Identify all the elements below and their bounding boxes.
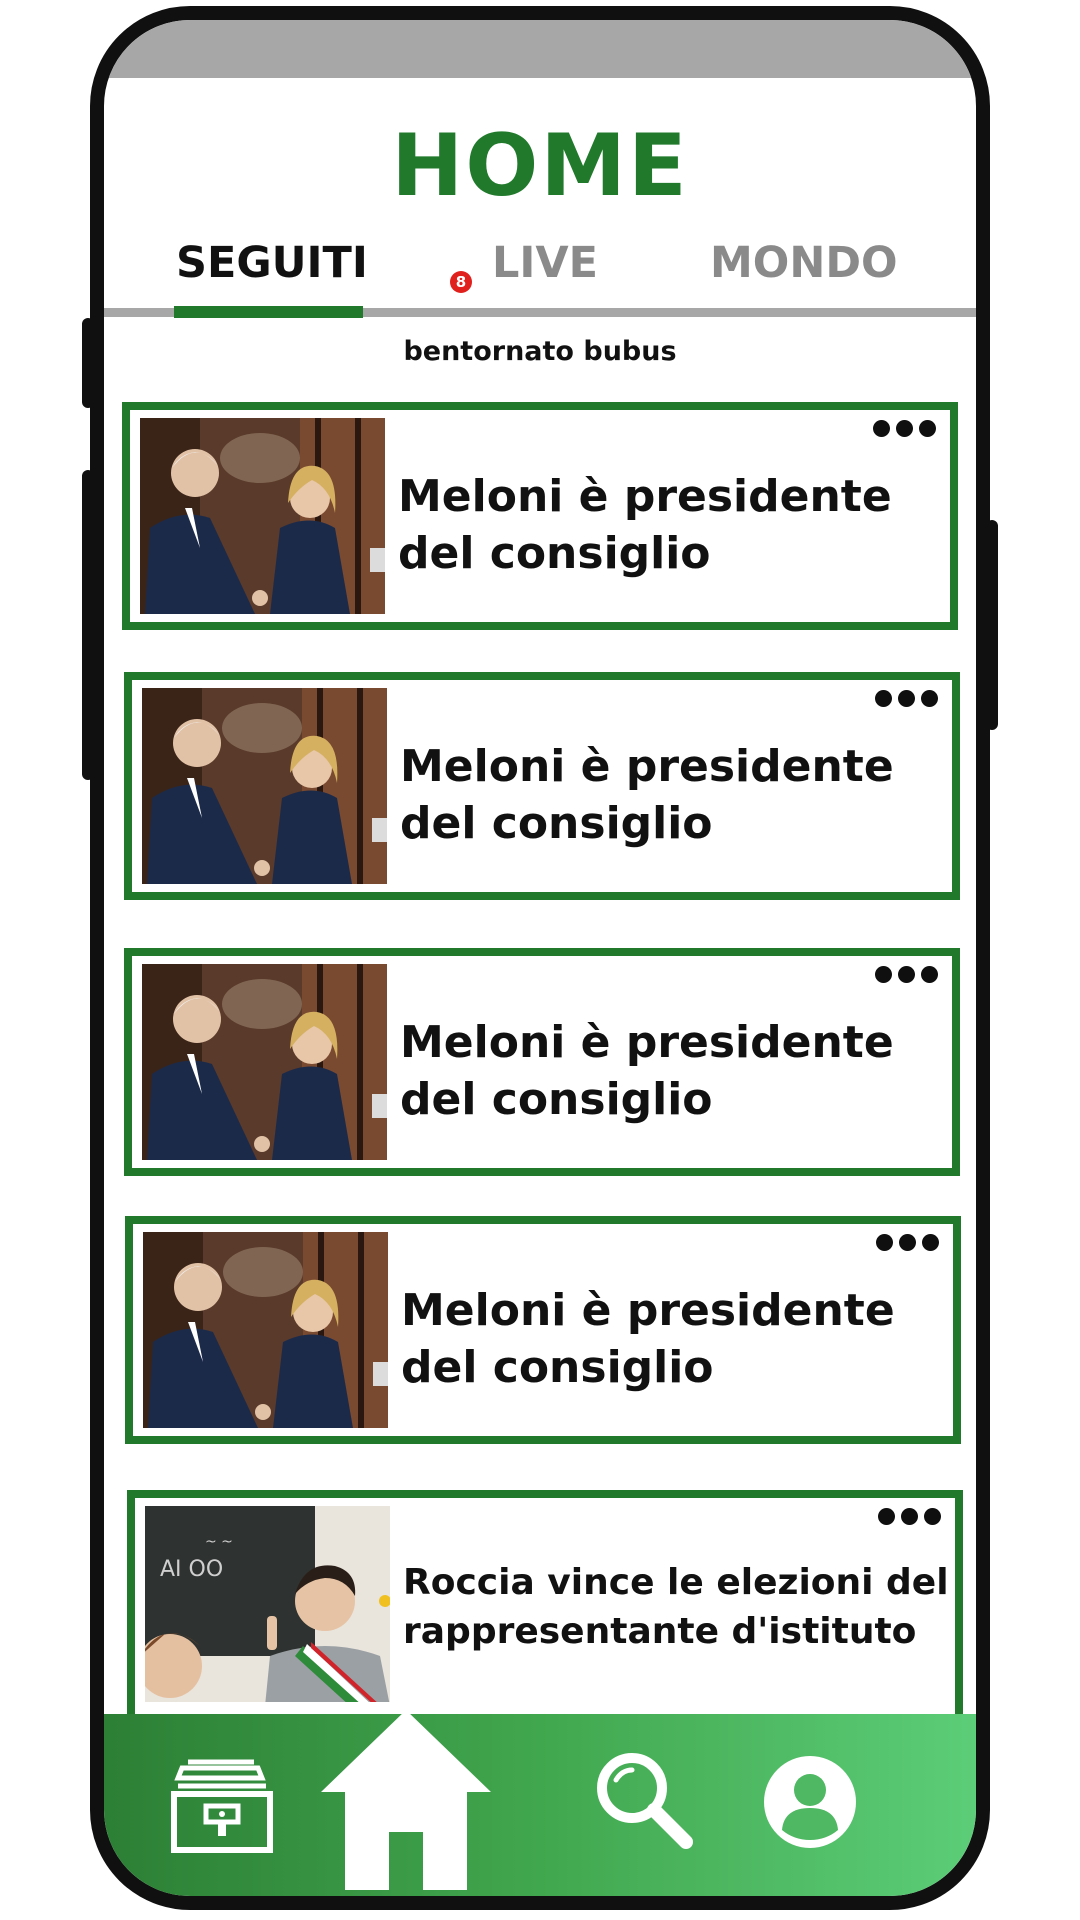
greeting-text: bentornato bubus bbox=[403, 336, 677, 367]
profile-icon bbox=[764, 1756, 856, 1848]
more-options-icon[interactable] bbox=[875, 966, 938, 983]
archive-icon bbox=[171, 1759, 273, 1853]
archive-button[interactable] bbox=[168, 1758, 276, 1854]
tab-live-label: LIVE bbox=[492, 238, 599, 288]
news-headline: Meloni è presidente del consiglio bbox=[400, 741, 894, 849]
news-headline: Meloni è presidente del consiglio bbox=[401, 1285, 895, 1393]
tab-seguiti[interactable]: SEGUITI bbox=[176, 238, 368, 288]
more-options-icon[interactable] bbox=[876, 1234, 939, 1251]
news-thumbnail: AI OO ~ ~ bbox=[145, 1506, 390, 1702]
home-button[interactable] bbox=[319, 1706, 493, 1892]
news-card[interactable]: Meloni è presidente del consiglio bbox=[124, 672, 960, 900]
search-icon bbox=[597, 1753, 693, 1849]
tab-mondo[interactable]: MONDO bbox=[710, 238, 898, 288]
meloni-photo bbox=[143, 1232, 388, 1428]
search-button[interactable] bbox=[594, 1750, 694, 1850]
news-thumbnail bbox=[140, 418, 385, 614]
news-thumbnail bbox=[143, 1232, 388, 1428]
tab-bar: SEGUITI 8 LIVE MONDO bbox=[104, 238, 976, 318]
news-card[interactable]: Meloni è presidente del consiglio bbox=[125, 1216, 961, 1444]
meloni-photo bbox=[140, 418, 385, 614]
news-card[interactable]: Meloni è presidente del consiglio bbox=[124, 948, 960, 1176]
news-headline: Meloni è presidente del consiglio bbox=[400, 1017, 894, 1125]
more-options-icon[interactable] bbox=[875, 690, 938, 707]
meloni-photo bbox=[142, 688, 387, 884]
news-card[interactable]: AI OO ~ ~ Roccia vince le elezioni del r… bbox=[127, 1490, 963, 1722]
phone-frame: HOME SEGUITI 8 LIVE MONDO bentornato bub… bbox=[90, 6, 990, 1910]
tab-live[interactable]: LIVE bbox=[492, 238, 598, 288]
news-thumbnail bbox=[142, 688, 387, 884]
more-options-icon[interactable] bbox=[873, 420, 936, 437]
news-headline: Meloni è presidente del consiglio bbox=[398, 471, 892, 579]
news-headline: Roccia vince le elezioni del rappresenta… bbox=[403, 1562, 949, 1652]
page-title: HOME bbox=[391, 116, 689, 216]
tab-active-indicator bbox=[174, 306, 363, 318]
news-card[interactable]: Meloni è presidente del consiglio bbox=[122, 402, 958, 630]
svg-text:~ ~: ~ ~ bbox=[205, 1534, 233, 1550]
svg-text:AI OO: AI OO bbox=[160, 1557, 223, 1582]
status-bar bbox=[104, 20, 976, 78]
home-icon bbox=[321, 1710, 491, 1890]
student-photo: AI OO ~ ~ bbox=[145, 1506, 390, 1702]
more-options-icon[interactable] bbox=[878, 1508, 941, 1525]
bottom-navigation bbox=[104, 1710, 976, 1896]
notification-badge: 8 bbox=[450, 271, 472, 293]
tab-seguiti-label: SEGUITI bbox=[176, 238, 368, 288]
meloni-photo bbox=[142, 964, 387, 1160]
news-thumbnail bbox=[142, 964, 387, 1160]
profile-button[interactable] bbox=[762, 1754, 858, 1850]
tab-mondo-label: MONDO bbox=[710, 238, 898, 288]
